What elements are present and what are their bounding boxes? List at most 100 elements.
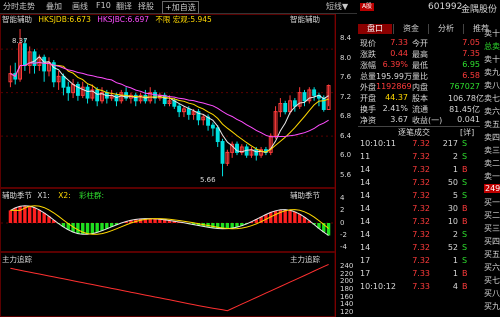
stock-code: 601992 [428, 2, 463, 12]
y-axis-tick: 7.6 [340, 73, 352, 82]
sub1-title: 辅助季节 [2, 191, 32, 200]
quote-value: 195.99万 [376, 72, 412, 81]
trade-price: 7.32 [412, 165, 430, 174]
quote-label: 涨幅 [360, 61, 376, 70]
quote-label: 总量 [360, 72, 376, 81]
order-book-label: 买八 [484, 289, 500, 298]
order-book-label: 卖二 [484, 159, 500, 168]
quote-value: 3.67 [390, 115, 408, 124]
quote-label: 现价 [360, 39, 376, 48]
trade-price: 7.32 [412, 191, 430, 200]
trade-price: 7.32 [412, 243, 430, 252]
candle-body [302, 92, 307, 102]
y-axis-tick: 2 [340, 206, 345, 215]
y-axis-tick: -4 [340, 243, 347, 251]
trade-price: 7.32 [412, 152, 430, 161]
order-book-label: 卖九 [484, 68, 500, 77]
trade-side: S [462, 178, 468, 187]
candle-body [114, 94, 119, 102]
trade-time: 10:10:12 [360, 282, 396, 291]
quote-label: 收益(一) [412, 116, 443, 125]
order-book-label: 买六 [484, 263, 500, 272]
quote-value: 44.37 [385, 93, 408, 102]
trade-side: S [462, 191, 468, 200]
quote-value: 6.58 [462, 71, 480, 80]
quote-label: 换手 [360, 105, 376, 114]
candle-body [95, 89, 100, 102]
order-book-label: 卖三 [484, 146, 500, 155]
candle-body [66, 86, 71, 94]
main-force-line [10, 263, 329, 312]
trade-side: B [462, 204, 468, 213]
candle-body [220, 141, 225, 164]
trade-volume: 5 [452, 191, 458, 200]
quote-label: 涨跌 [360, 50, 376, 59]
quote-value: 2.41% [382, 104, 408, 113]
quote-panel: A股 601992 金隅股份 盘口 资金 分析 推荐 现价 7.33 今开 7.05 涨… [358, 0, 500, 317]
quote-value: 0.041 [457, 115, 480, 124]
order-book-label: 卖十 [484, 29, 500, 38]
kline-chart[interactable] [0, 0, 358, 317]
quote-value: 7.05 [462, 38, 480, 47]
quote-label: 股本 [412, 94, 428, 103]
order-book-label: 卖八 [484, 81, 500, 90]
trade-time: 14 [360, 191, 371, 200]
trade-time: 14 [360, 243, 371, 252]
order-book-label: 买一 [484, 198, 500, 207]
trade-time: 10:10:11 [360, 139, 396, 148]
sub-chart1-legend: 辅助季节 X1: X2: 彩柱群: [2, 190, 104, 201]
trade-side: S [462, 139, 468, 148]
y-axis-tick: 0 [340, 218, 345, 227]
trade-price: 7.32 [412, 256, 430, 265]
trade-price: 7.33 [412, 269, 430, 278]
order-book-label: 买七 [484, 276, 500, 285]
y-axis-tick: 8.0 [340, 53, 352, 62]
candle-body [162, 94, 167, 104]
trade-volume: 1 [452, 165, 458, 174]
y-axis-tick: 120 [340, 308, 354, 316]
candle-body [22, 43, 27, 66]
order-book-label: 卖六 [484, 107, 500, 116]
quote-label: 最高 [412, 50, 428, 59]
tab-analysis[interactable]: 分析 [428, 24, 463, 34]
quote-label: 开盘 [360, 94, 376, 103]
candle-body [321, 97, 326, 110]
trade-volume: 1 [452, 269, 458, 278]
trades-detail-link[interactable]: [详] [460, 127, 474, 138]
candle-body [186, 108, 191, 115]
trade-volume: 2 [452, 230, 458, 239]
tab-handicap[interactable]: 盘口 [358, 24, 392, 34]
trade-price: 7.32 [412, 178, 430, 187]
order-book-label: 买九 [484, 302, 500, 311]
quote-label: 流通 [412, 105, 428, 114]
trades-header: 逐笔成交 [详] [358, 126, 480, 138]
ma3-label: 不限 宏观:5.945 [155, 15, 212, 24]
y-axis-tick: 6.0 [340, 151, 352, 160]
y-axis-tick: 6.8 [340, 112, 352, 121]
quote-value: 0.44 [390, 49, 408, 58]
quote-label: 外盘 [360, 83, 376, 92]
trade-side: S [462, 256, 468, 265]
trade-time: 14 [360, 217, 371, 226]
order-book-label: 249 [484, 184, 500, 193]
sub2-title: 主力追踪 [2, 255, 32, 264]
candle-body [312, 89, 317, 96]
trade-side: S [462, 243, 468, 252]
trade-time: 14 [360, 204, 371, 213]
quote-label: 内盘 [412, 83, 428, 92]
y-axis-tick: 8.4 [340, 34, 352, 42]
main-indicator-name: 智能辅助 [2, 15, 32, 24]
low-price-marker: 5.66 [200, 176, 216, 184]
trade-time: 14 [360, 230, 371, 239]
y-axis-tick: 7.2 [340, 92, 352, 101]
order-book-label: 买三 [484, 224, 500, 233]
trade-volume: 1 [452, 256, 458, 265]
trade-time: 11 [360, 152, 371, 161]
trade-side: S [462, 230, 468, 239]
sub1-legend-x2: X2: [58, 191, 71, 200]
quote-value: 7.35 [462, 49, 480, 58]
trade-volume: 4 [452, 282, 458, 291]
ma2-label: HKSJBC:6.697 [97, 15, 150, 24]
tab-capital[interactable]: 资金 [393, 24, 428, 34]
trade-volume: 217 [442, 139, 458, 148]
